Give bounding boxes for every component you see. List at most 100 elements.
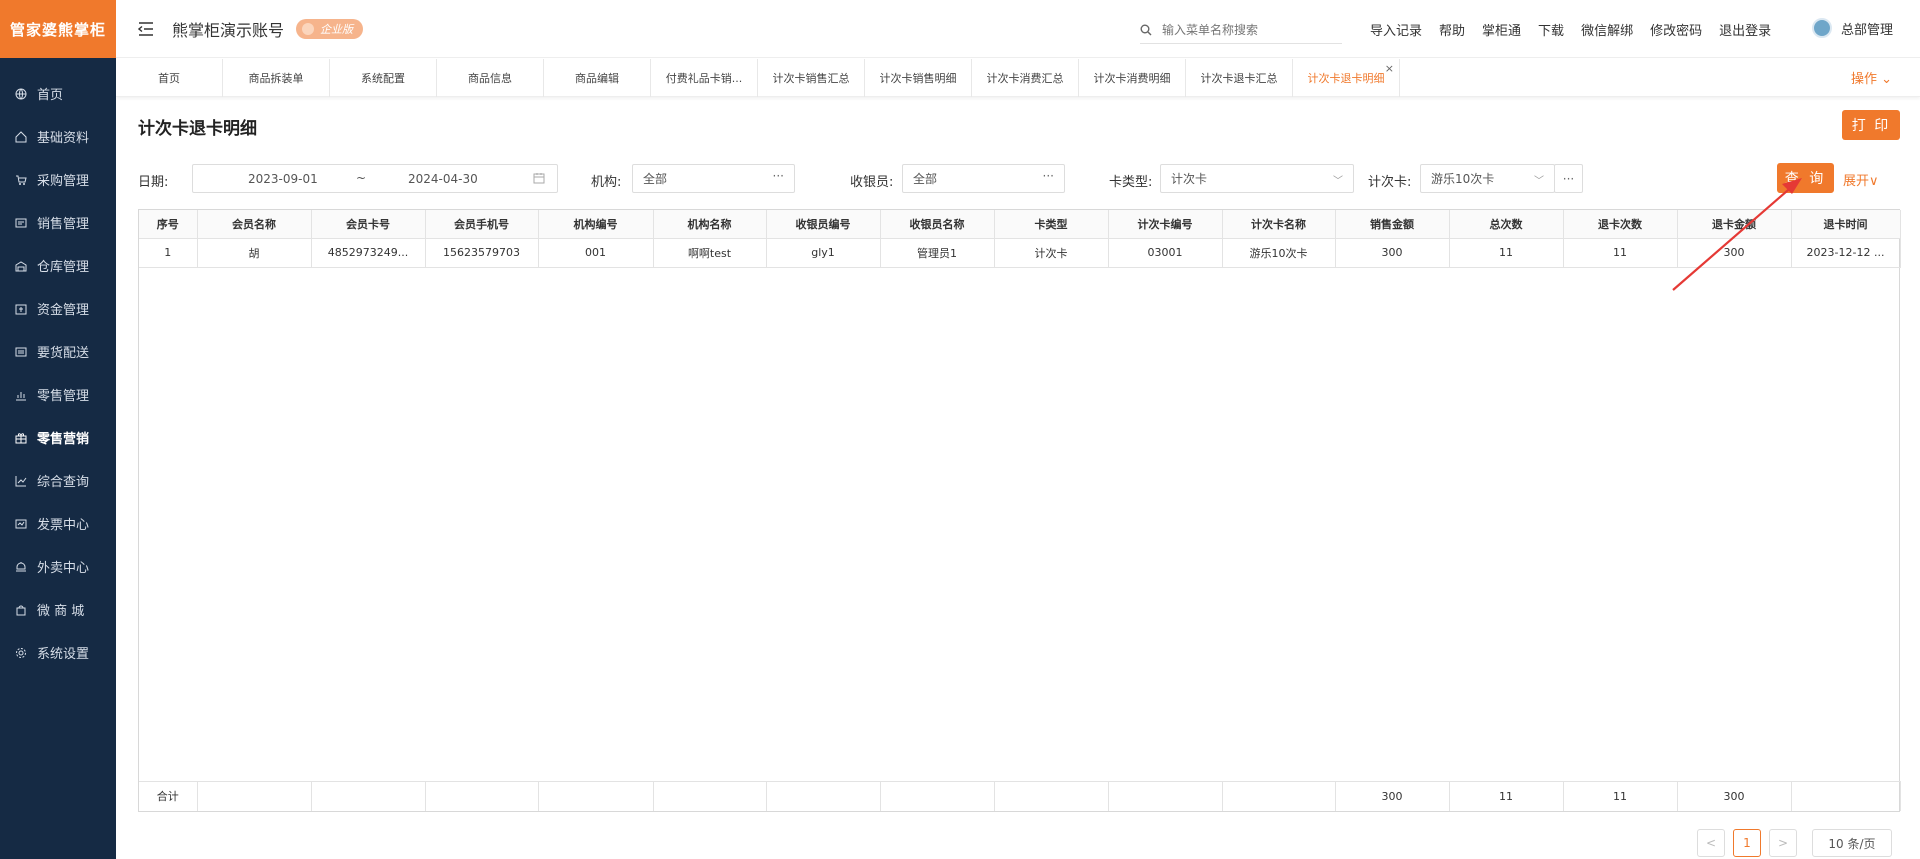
tab-3[interactable]: 商品信息 xyxy=(437,59,544,97)
summary-cell: 300 xyxy=(1335,780,1450,811)
date-range-picker[interactable]: 2023-09-01 ~ 2024-04-30 xyxy=(192,164,558,193)
header-link-4[interactable]: 微信解绑 xyxy=(1581,20,1633,39)
sidebar-item-4[interactable]: 仓库管理 xyxy=(0,244,116,287)
header-link-6[interactable]: 退出登录 xyxy=(1719,20,1771,39)
table-cell: 4852973249... xyxy=(311,238,426,268)
page-tabs: 首页 商品拆装单 系统配置 商品信息 商品编辑 付费礼品卡销... 计次卡销售汇总 计次卡销售… xyxy=(116,59,1920,97)
sidebar-item-5[interactable]: 资金管理 xyxy=(0,287,116,330)
sidebar-item-6[interactable]: 要货配送 xyxy=(0,330,116,373)
sidebar-item-label: 零售管理 xyxy=(37,389,90,404)
next-page-button[interactable]: > xyxy=(1769,829,1797,857)
tab-2[interactable]: 系统配置 xyxy=(330,59,437,97)
column-header[interactable]: 机构名称 xyxy=(653,210,767,239)
menu-search-input[interactable] xyxy=(1162,22,1332,37)
table-footer: 合计 300 11 11 300 xyxy=(139,780,1901,811)
print-button[interactable]: 打 印 xyxy=(1842,110,1900,140)
count-card-more-button[interactable]: ··· xyxy=(1554,164,1583,193)
column-header[interactable]: 会员手机号 xyxy=(425,210,539,239)
cashier-label: 收银员: xyxy=(850,175,894,190)
column-header[interactable]: 退卡金额 xyxy=(1677,210,1792,239)
filter-bar: 日期: 2023-09-01 ~ 2024-04-30 机构: 全部 ··· 收… xyxy=(0,164,1920,194)
date-from[interactable]: 2023-09-01 xyxy=(248,172,318,186)
cashier-value: 全部 xyxy=(913,172,938,186)
summary-cell xyxy=(197,780,312,811)
prev-page-button[interactable]: < xyxy=(1697,829,1725,857)
summary-cell xyxy=(653,780,767,811)
column-header[interactable]: 会员名称 xyxy=(197,210,312,239)
header-links: 导入记录 帮助 掌柜通 下载 微信解绑 修改密码 退出登录 xyxy=(1370,20,1788,39)
results-table: 序号 会员名称 会员卡号 会员手机号 机构编号 机构名称 收银员编号 收银员名称 卡类型 计次卡编… xyxy=(138,209,1901,812)
count-card-select[interactable]: 游乐10次卡 ﹀ xyxy=(1420,164,1555,193)
sidebar-item-12[interactable]: 微 商 城 xyxy=(0,588,116,631)
date-label: 日期: xyxy=(138,175,169,190)
column-header[interactable]: 销售金额 xyxy=(1335,210,1450,239)
tab-operations-dropdown[interactable]: 操作 ⌄ xyxy=(1851,68,1892,87)
tab-label: 计次卡消费汇总 xyxy=(986,72,1064,85)
sidebar-item-7[interactable]: 零售管理 xyxy=(0,373,116,416)
header-link-0[interactable]: 导入记录 xyxy=(1370,20,1422,39)
sidebar-item-13[interactable]: 系统设置 xyxy=(0,631,116,674)
sidebar-item-0[interactable]: 首页 xyxy=(0,72,116,115)
chevron-down-icon: ⌄ xyxy=(1881,72,1892,87)
sidebar-item-9[interactable]: 综合查询 xyxy=(0,459,116,502)
more-icon[interactable]: ··· xyxy=(773,169,784,183)
table-cell: 11 xyxy=(1449,238,1564,268)
sidebar-item-11[interactable]: 外卖中心 xyxy=(0,545,116,588)
header-link-2[interactable]: 掌柜通 xyxy=(1482,20,1521,39)
date-to[interactable]: 2024-04-30 xyxy=(408,172,478,186)
card-type-select[interactable]: 计次卡 ﹀ xyxy=(1160,164,1354,193)
count-card-value: 游乐10次卡 xyxy=(1431,172,1495,186)
column-header[interactable]: 机构编号 xyxy=(538,210,654,239)
tab-8[interactable]: 计次卡消费汇总 xyxy=(972,59,1079,97)
page-size-select[interactable]: 10 条/页 xyxy=(1812,829,1892,857)
summary-cell: 11 xyxy=(1563,780,1678,811)
tab-10[interactable]: 计次卡退卡汇总 xyxy=(1186,59,1293,97)
tab-7[interactable]: 计次卡销售明细 xyxy=(865,59,972,97)
column-header[interactable]: 退卡次数 xyxy=(1563,210,1678,239)
column-header[interactable]: 总次数 xyxy=(1449,210,1564,239)
sidebar-item-label: 微 商 城 xyxy=(37,604,85,619)
user-menu[interactable]: 总部管理 xyxy=(1812,18,1893,38)
sidebar-item-10[interactable]: 发票中心 xyxy=(0,502,116,545)
avatar xyxy=(1812,18,1832,38)
expand-filters-button[interactable]: 展开∨ xyxy=(1843,170,1879,189)
column-header[interactable]: 计次卡名称 xyxy=(1222,210,1336,239)
tab-1[interactable]: 商品拆装单 xyxy=(223,59,330,97)
header-link-3[interactable]: 下载 xyxy=(1538,20,1564,39)
calendar-icon xyxy=(533,172,545,187)
tab-label: 商品信息 xyxy=(468,72,512,85)
table-cell: 啊啊test xyxy=(653,238,767,268)
column-header[interactable]: 退卡时间 xyxy=(1791,210,1901,239)
table-row[interactable]: 1 胡 4852973249... 15623579703 001 啊啊test gly1 管… xyxy=(139,238,1901,268)
chevron-down-icon: ﹀ xyxy=(1534,176,1544,187)
sidebar-item-8[interactable]: 零售营销 xyxy=(0,416,116,459)
column-header[interactable]: 会员卡号 xyxy=(311,210,426,239)
sidebar-item-3[interactable]: 销售管理 xyxy=(0,201,116,244)
column-header[interactable]: 收银员编号 xyxy=(766,210,881,239)
table-cell: 300 xyxy=(1677,238,1792,268)
header-link-5[interactable]: 修改密码 xyxy=(1650,20,1702,39)
org-select[interactable]: 全部 ··· xyxy=(632,164,795,193)
tab-0[interactable]: 首页 xyxy=(116,59,223,97)
tab-5[interactable]: 付费礼品卡销... xyxy=(651,59,758,97)
search-icon xyxy=(1140,24,1152,35)
table-cell: 2023-12-12 ... xyxy=(1791,238,1901,268)
tab-4[interactable]: 商品编辑 xyxy=(544,59,651,97)
cashier-select[interactable]: 全部 ··· xyxy=(902,164,1065,193)
tab-11[interactable]: 计次卡退卡明细 × xyxy=(1293,59,1400,97)
sidebar-item-1[interactable]: 基础资料 xyxy=(0,115,116,158)
column-header[interactable]: 计次卡编号 xyxy=(1108,210,1223,239)
tab-6[interactable]: 计次卡销售汇总 xyxy=(758,59,865,97)
page-1-button[interactable]: 1 xyxy=(1733,829,1761,857)
sidebar-item-label: 仓库管理 xyxy=(37,260,90,275)
column-header[interactable]: 收银员名称 xyxy=(880,210,995,239)
close-icon[interactable]: × xyxy=(1385,62,1394,75)
column-header[interactable]: 序号 xyxy=(139,210,198,239)
tab-9[interactable]: 计次卡消费明细 xyxy=(1079,59,1186,97)
table-cell: 胡 xyxy=(197,238,312,268)
menu-toggle-icon[interactable] xyxy=(138,20,156,38)
header-link-1[interactable]: 帮助 xyxy=(1439,20,1465,39)
more-icon[interactable]: ··· xyxy=(1043,169,1054,183)
column-header[interactable]: 卡类型 xyxy=(994,210,1109,239)
query-button[interactable]: 查 询 xyxy=(1777,163,1834,193)
